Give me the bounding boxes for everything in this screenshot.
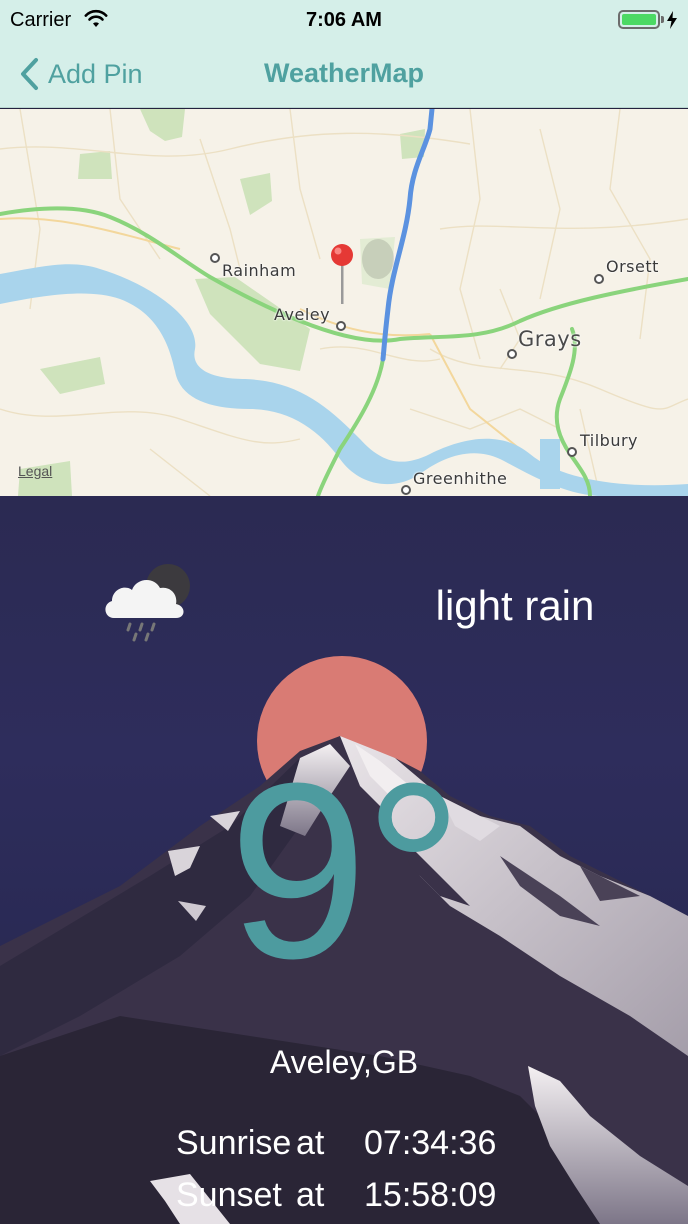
temperature-value: 9 [228, 731, 367, 1010]
sunrise-time: 07:34:36 [364, 1124, 497, 1162]
place-label-aveley: Aveley [274, 305, 331, 324]
map-pin-icon[interactable] [328, 242, 356, 306]
sunset-time: 15:58:09 [364, 1176, 497, 1214]
navigation-bar: Carrier 7:06 AM Add Pin WeatherMap [0, 0, 688, 108]
sunrise-at-label: at [296, 1124, 325, 1162]
charging-bolt-icon [667, 11, 677, 29]
degree-symbol: ° [363, 731, 464, 1010]
place-label-grays: Grays [518, 327, 582, 351]
sunset-at-label: at [296, 1176, 325, 1214]
battery-nub [661, 16, 664, 23]
page-title: WeatherMap [263, 58, 425, 88]
place-label-rainham: Rainham [222, 261, 297, 280]
place-marker [507, 349, 517, 359]
sunset-label: Sunset [176, 1176, 282, 1214]
legal-link[interactable]: Legal [18, 463, 52, 479]
battery-level [622, 14, 656, 25]
sunset-row: Sunset at 15:58:09 [176, 1176, 496, 1215]
place-label-orsett: Orsett [606, 257, 659, 276]
weather-condition: light rain [435, 582, 595, 629]
map-view[interactable]: Rainham Aveley Grays Orsett Tilbury Gree… [0, 109, 688, 496]
sunrise-label: Sunrise [176, 1124, 292, 1162]
weather-app-screen: Carrier 7:06 AM Add Pin WeatherMap Rainh… [0, 0, 688, 1224]
place-marker [210, 253, 220, 263]
sunrise-row: Sunrise at 07:34:36 [176, 1124, 496, 1163]
place-label-tilbury: Tilbury [580, 431, 639, 450]
weather-panel: light rain 9° Aveley,GB Sunrise at 07:34… [0, 496, 688, 1224]
place-marker [594, 274, 604, 284]
cloud-rain-night-icon [105, 564, 190, 642]
place-marker [567, 447, 577, 457]
place-marker [401, 485, 411, 495]
temperature-display: 9° [0, 746, 688, 996]
location-label: Aveley,GB [269, 1044, 419, 1080]
place-marker [336, 321, 346, 331]
status-time: 7:06 AM [306, 9, 382, 31]
battery-icon [618, 10, 660, 29]
place-label-greenhithe: Greenhithe [413, 469, 508, 488]
